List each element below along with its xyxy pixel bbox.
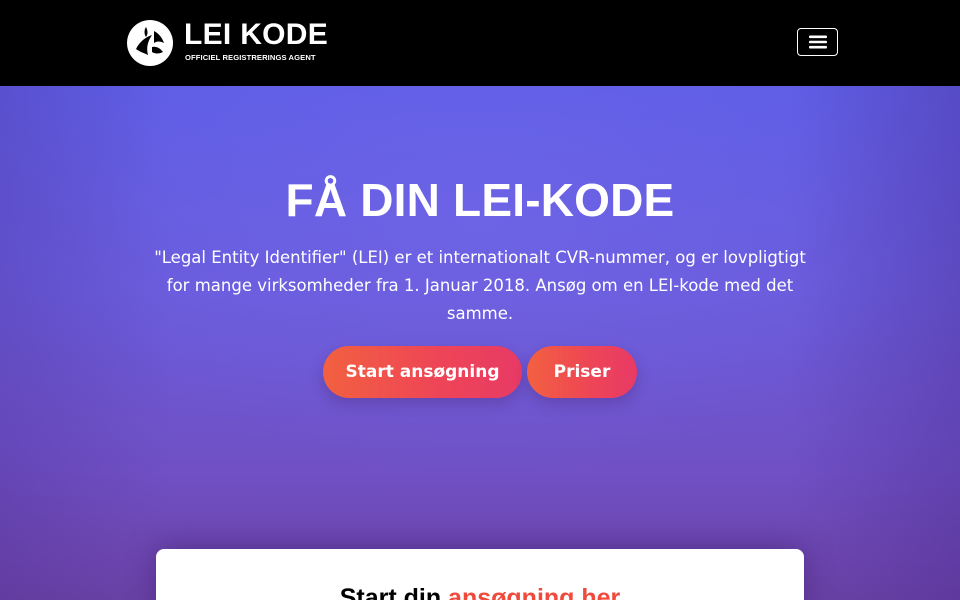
hero-section: FÅ DIN LEI-KODE "Legal Entity Identifier… [0, 86, 960, 600]
site-logo[interactable]: LEI KODE OFFICIEL REGISTRERINGS AGENT [126, 19, 346, 67]
top-navbar: LEI KODE OFFICIEL REGISTRERINGS AGENT [0, 0, 960, 86]
application-card: Start din ansøgning her [156, 549, 804, 600]
logo-title: LEI KODE [184, 18, 329, 51]
card-heading-start: Start din [339, 584, 449, 600]
prices-button[interactable]: Priser [527, 346, 637, 398]
logo-subtitle: OFFICIEL REGISTRERINGS AGENT [185, 53, 316, 62]
card-heading-accent: ansøgning her [448, 584, 621, 600]
start-application-button[interactable]: Start ansøgning [323, 346, 522, 398]
hero-description: "Legal Entity Identifier" (LEI) er et in… [154, 248, 806, 323]
hero-title: FÅ DIN LEI-KODE [285, 174, 675, 226]
menu-toggle-button[interactable] [797, 28, 838, 56]
card-heading: Start din ansøgning her [156, 583, 804, 600]
hamburger-menu-icon [808, 35, 827, 49]
lei-kode-logo-mark-icon [127, 20, 173, 66]
